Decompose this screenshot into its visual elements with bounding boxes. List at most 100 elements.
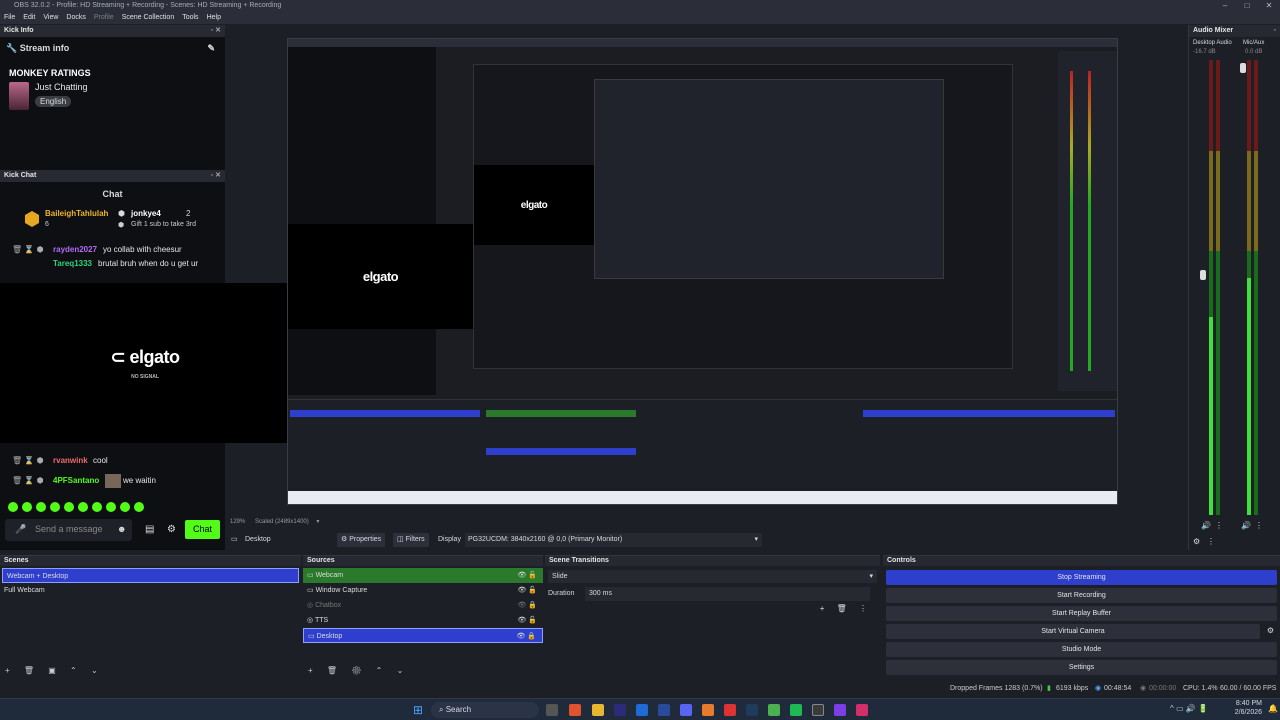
gear-icon[interactable]: ⚙: [1267, 626, 1274, 635]
emote-icon[interactable]: [22, 502, 32, 512]
menu-file[interactable]: File: [4, 12, 15, 24]
windows-start-icon[interactable]: ⊞: [413, 703, 423, 717]
taskbar-search[interactable]: ⌕ Search: [431, 702, 539, 718]
steam-icon[interactable]: [746, 704, 758, 716]
spotify-icon[interactable]: [790, 704, 802, 716]
speaker-icon[interactable]: 🔊: [1201, 521, 1211, 530]
emoji-icon[interactable]: ☻: [117, 524, 126, 534]
chrome-icon[interactable]: [768, 704, 780, 716]
menu-dots-icon[interactable]: ⋮: [1255, 521, 1263, 530]
clock-date[interactable]: 2/6/2026: [1232, 709, 1262, 716]
task-view-icon[interactable]: [546, 704, 558, 716]
scene-item[interactable]: Webcam + Desktop: [2, 568, 299, 583]
chat-send-button[interactable]: Chat: [185, 520, 220, 539]
chat-username[interactable]: 4PFSantano: [53, 476, 99, 485]
fps: 60.00 / 60.00 FPS: [1220, 685, 1277, 692]
display-select[interactable]: PG32UCDM: 3840x2160 @ 0,0 (Primary Monit…: [465, 533, 762, 547]
discord-icon[interactable]: [680, 704, 692, 716]
emote-icon[interactable]: [8, 502, 18, 512]
file-explorer-icon[interactable]: [592, 704, 604, 716]
chat-username[interactable]: Tareq1333: [53, 259, 92, 268]
settings-button[interactable]: Settings: [886, 660, 1277, 675]
gift-icon[interactable]: ▤: [145, 524, 154, 535]
emote-icon[interactable]: [92, 502, 102, 512]
clock-time[interactable]: 8:40 PM: [1232, 700, 1262, 707]
source-item[interactable]: ◎ Chatbox 👁 🔒: [303, 598, 543, 613]
desktop-audio-label: Desktop Audio: [1193, 40, 1232, 46]
minimize-button[interactable]: –: [1214, 0, 1236, 12]
menu-tools[interactable]: Tools: [182, 12, 198, 24]
chat-input-box[interactable]: 🎤 Send a message ☻: [5, 519, 132, 541]
source-item[interactable]: ◎ TTS 👁 🔓: [303, 613, 543, 628]
filters-button[interactable]: ◫ Filters: [393, 533, 429, 547]
edit-icon[interactable]: ✎: [207, 43, 215, 54]
source-item[interactable]: ▭ Window Capture 👁 🔓: [303, 583, 543, 598]
menu-profile[interactable]: Profile: [94, 12, 114, 24]
start-recording-button[interactable]: Start Recording: [886, 588, 1277, 603]
stop-streaming-button[interactable]: Stop Streaming: [886, 570, 1277, 585]
studio-mode-button[interactable]: Studio Mode: [886, 642, 1277, 657]
emote-icon[interactable]: [134, 502, 144, 512]
menu-docks[interactable]: Docks: [66, 12, 85, 24]
zoom-level[interactable]: 129%: [230, 519, 245, 525]
chat-input[interactable]: Send a message: [35, 524, 103, 534]
transition-toolbar[interactable]: + 🗑 ⋮: [820, 604, 872, 613]
gift-sender[interactable]: BaileighTahlulah: [45, 209, 108, 218]
emote-icon[interactable]: [50, 502, 60, 512]
close-button[interactable]: ✕: [1258, 0, 1280, 12]
source-toolbar-buttons[interactable]: + 🗑 ⚙ ⌃ ⌄: [308, 666, 409, 675]
system-tray-icons[interactable]: ^ ▭ 🔊 🔋: [1170, 704, 1208, 713]
app-icon[interactable]: [856, 704, 868, 716]
vlc-icon[interactable]: [702, 704, 714, 716]
chat-text: we waitin: [123, 476, 156, 485]
obs-icon[interactable]: [812, 704, 824, 716]
photoshop-icon[interactable]: [636, 704, 648, 716]
scene-item[interactable]: Full Webcam: [0, 583, 301, 598]
transition-select[interactable]: Slide ▾: [548, 570, 877, 583]
chat-text: brutal bruh when do u get ur: [98, 259, 199, 268]
start-virtual-camera-button[interactable]: Start Virtual Camera: [886, 624, 1260, 639]
app-icon[interactable]: [724, 704, 736, 716]
notification-icon[interactable]: 🔔: [1268, 704, 1278, 713]
menu-view[interactable]: View: [43, 12, 58, 24]
emote-icon[interactable]: [36, 502, 46, 512]
speaker-icon[interactable]: 🔊: [1241, 521, 1251, 530]
chevron-down-icon[interactable]: ▾: [316, 519, 319, 525]
brave-icon[interactable]: [569, 704, 581, 716]
mic-aux-slider[interactable]: [1240, 63, 1246, 73]
dock-close-icon[interactable]: ▫ ✕: [211, 170, 221, 182]
dock-float-icon[interactable]: ▫: [1274, 25, 1276, 37]
desktop-audio-slider[interactable]: [1200, 270, 1206, 280]
emote-icon[interactable]: [78, 502, 88, 512]
mixer-menu-icon[interactable]: ⋮: [1207, 537, 1215, 546]
dock-header: Kick Info ▫ ✕: [0, 25, 225, 37]
delete-icon[interactable]: 🗑 ⌛ ⬢: [12, 456, 44, 465]
scene-toolbar[interactable]: + 🗑 ▣ ⌃ ⌄: [5, 666, 104, 675]
start-replay-buffer-button[interactable]: Start Replay Buffer: [886, 606, 1277, 621]
preview-canvas[interactable]: elgato elgato: [287, 38, 1118, 505]
gear-icon[interactable]: ⚙: [167, 524, 176, 535]
maximize-button[interactable]: □: [1236, 0, 1258, 12]
chat-username[interactable]: rvanwink: [53, 456, 88, 465]
source-item[interactable]: ▭ Desktop 👁 🔒: [303, 628, 543, 643]
mic-icon[interactable]: 🎤: [15, 524, 26, 535]
menu-dots-icon[interactable]: ⋮: [1215, 521, 1223, 530]
delete-icon[interactable]: 🗑 ⌛ ⬢: [12, 245, 44, 254]
emote-icon[interactable]: [64, 502, 74, 512]
menu-help[interactable]: Help: [207, 12, 221, 24]
app-icon[interactable]: [834, 704, 846, 716]
dock-close-icon[interactable]: ▫ ✕: [211, 25, 221, 37]
mixer-settings-icon[interactable]: ⚙: [1193, 537, 1200, 546]
chat-username[interactable]: rayden2027: [53, 245, 97, 254]
emote-icon[interactable]: [120, 502, 130, 512]
properties-button[interactable]: ⚙ Properties: [337, 533, 386, 547]
delete-icon[interactable]: 🗑 ⌛ ⬢: [12, 476, 44, 485]
menu-scene-collection[interactable]: Scene Collection: [122, 12, 175, 24]
gift-recipient[interactable]: jonkye4: [131, 209, 161, 218]
app-icon[interactable]: [658, 704, 670, 716]
emote-icon[interactable]: [106, 502, 116, 512]
menu-edit[interactable]: Edit: [23, 12, 35, 24]
duration-input[interactable]: 300 ms: [585, 587, 870, 601]
premiere-icon[interactable]: [614, 704, 626, 716]
source-item[interactable]: ▭ Webcam 👁 🔓: [303, 568, 543, 583]
